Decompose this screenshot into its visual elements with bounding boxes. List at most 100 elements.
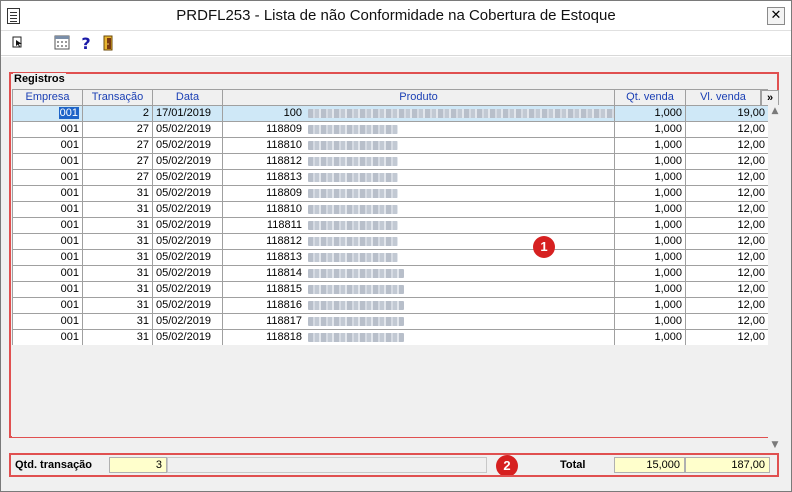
cell-qt-venda: 1,000 [615,154,686,170]
cell-empresa: 001 [13,218,83,234]
cell-produto: 118813 [223,250,615,266]
cell-data: 17/01/2019 [153,106,223,122]
total-vl-field: 187,00 [685,457,770,473]
cell-qt-venda: 1,000 [615,314,686,330]
table-row[interactable]: 001 31 05/02/2019 118812 1,000 12,00 [13,234,769,250]
cell-data-text: 05/02/2019 [156,251,212,263]
table-row[interactable]: 001 31 05/02/2019 118811 1,000 12,00 [13,218,769,234]
redacted-description [308,332,404,342]
total-label: Total [560,459,586,471]
redacted-description [308,236,398,246]
cell-data: 05/02/2019 [153,138,223,154]
cell-empresa: 001 [13,266,83,282]
cell-data: 05/02/2019 [153,266,223,282]
cell-vl-venda-text: 12,00 [737,171,765,183]
cell-qt-venda: 1,000 [615,218,686,234]
cell-transacao-text: 31 [136,219,149,231]
records-table[interactable]: Empresa Transação Data Produto Qt. venda… [12,89,779,346]
cell-data: 05/02/2019 [153,234,223,250]
cell-empresa: 001 [13,298,83,314]
cell-qt-venda-text: 1,000 [654,315,682,327]
scroll-up-icon[interactable]: ▲ [768,105,782,117]
product-code: 118813 [266,251,302,263]
cell-data-text: 17/01/2019 [156,107,212,119]
cell-vl-venda-text: 12,00 [737,283,765,295]
table-row[interactable]: 001 31 05/02/2019 118818 1,000 12,00 [13,330,769,346]
cell-empresa: 001 [13,154,83,170]
cell-empresa: 001 [13,250,83,266]
table-row[interactable]: 001 27 05/02/2019 118810 1,000 12,00 [13,138,769,154]
cell-vl-venda: 12,00 [686,202,769,218]
exit-icon[interactable] [9,35,27,53]
table-row[interactable]: 001 27 05/02/2019 118812 1,000 12,00 [13,154,769,170]
table-row[interactable]: 001 31 05/02/2019 118816 1,000 12,00 [13,298,769,314]
toolbar: ? [1,32,791,56]
product-code: 118810 [266,139,302,151]
cell-empresa-text: 001 [60,139,79,151]
scroll-down-icon[interactable]: ▼ [768,439,782,451]
vertical-scrollbar[interactable]: ▲ ▼ [768,105,782,453]
redacted-description [308,188,398,198]
cell-data-text: 05/02/2019 [156,267,212,279]
col-header-transacao[interactable]: Transação [83,90,153,106]
product-code: 118809 [266,187,302,199]
table-row[interactable]: 001 27 05/02/2019 118813 1,000 12,00 [13,170,769,186]
table-row[interactable]: 001 31 05/02/2019 118817 1,000 12,00 [13,314,769,330]
col-header-empresa[interactable]: Empresa [13,90,83,106]
door-icon[interactable] [99,35,117,53]
cell-qt-venda: 1,000 [615,298,686,314]
col-header-qt-venda[interactable]: Qt. venda [615,90,686,106]
table-row[interactable]: 001 31 05/02/2019 118814 1,000 12,00 [13,266,769,282]
more-columns-button[interactable]: » [761,90,779,106]
redacted-description [308,268,404,278]
product-code: 118816 [266,299,302,311]
cell-qt-venda-text: 1,000 [654,107,682,119]
cell-transacao: 31 [83,266,153,282]
footer-spacer [167,457,487,473]
cell-produto: 118811 [223,218,615,234]
cell-empresa: 001 [13,234,83,250]
cell-qt-venda: 1,000 [615,122,686,138]
table-row[interactable]: 001 31 05/02/2019 118815 1,000 12,00 [13,282,769,298]
help-icon[interactable]: ? [77,35,95,53]
cell-empresa-text: 001 [60,219,79,231]
cell-transacao: 31 [83,218,153,234]
product-code: 118809 [266,123,302,135]
col-header-vl-venda[interactable]: Vl. venda [686,90,761,106]
cell-produto: 118810 [223,202,615,218]
cell-vl-venda: 12,00 [686,122,769,138]
redacted-description [308,140,398,150]
cell-produto: 118817 [223,314,615,330]
cell-data: 05/02/2019 [153,186,223,202]
calendar-icon[interactable] [53,35,71,53]
cell-empresa: 001 [13,122,83,138]
cell-vl-venda: 19,00 [686,106,769,122]
cell-produto: 118815 [223,282,615,298]
cell-vl-venda-text: 12,00 [737,219,765,231]
close-button[interactable]: ✕ [767,7,785,25]
cell-vl-venda-text: 12,00 [737,299,765,311]
cell-qt-venda-text: 1,000 [654,187,682,199]
table-row[interactable]: 001 31 05/02/2019 118813 1,000 12,00 [13,250,769,266]
cell-transacao: 27 [83,122,153,138]
cell-vl-venda: 12,00 [686,266,769,282]
cell-empresa-text: 001 [60,203,79,215]
table-row[interactable]: 001 2 17/01/2019 100 1,000 19,00 [13,106,769,122]
cell-qt-venda: 1,000 [615,266,686,282]
product-code: 118812 [266,155,302,167]
table-row[interactable]: 001 31 05/02/2019 118809 1,000 12,00 [13,186,769,202]
product-code: 118812 [266,235,302,247]
cell-empresa-text: 001 [60,155,79,167]
cell-vl-venda: 12,00 [686,314,769,330]
cell-vl-venda-text: 12,00 [737,267,765,279]
col-header-data[interactable]: Data [153,90,223,106]
table-row[interactable]: 001 27 05/02/2019 118809 1,000 12,00 [13,122,769,138]
table-empty-area [12,345,768,437]
redacted-description [308,108,614,118]
cell-produto: 118818 [223,330,615,346]
table-row[interactable]: 001 31 05/02/2019 118810 1,000 12,00 [13,202,769,218]
col-header-produto[interactable]: Produto [223,90,615,106]
cell-vl-venda: 12,00 [686,154,769,170]
cell-qt-venda: 1,000 [615,282,686,298]
cell-empresa: 001 [13,170,83,186]
